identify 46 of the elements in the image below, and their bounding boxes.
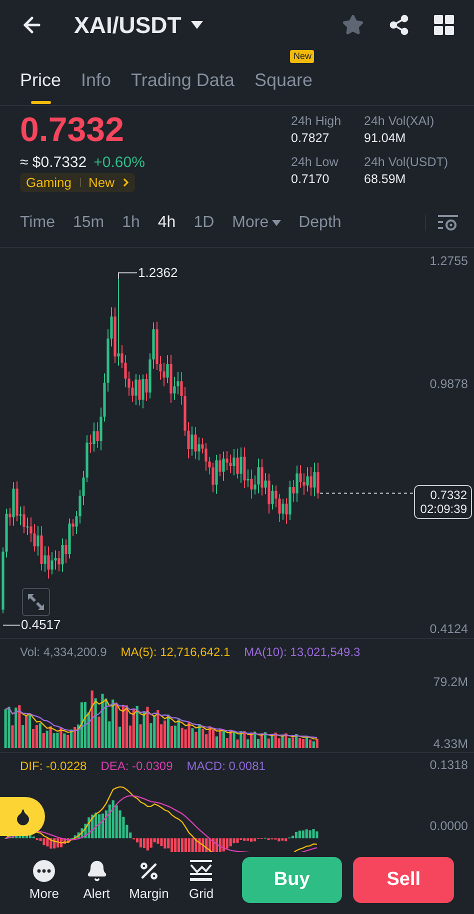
macd-tick: 0.1318 [430, 758, 468, 772]
last-price: 0.7332 [20, 110, 125, 150]
interval-tab[interactable]: Depth [298, 214, 342, 232]
interval-tab[interactable]: More [232, 214, 281, 232]
macd-legend: MACD: 0.0081 [186, 759, 266, 775]
tag-link[interactable]: Gaming New [20, 173, 135, 192]
new-badge: New [290, 50, 314, 63]
fiat-price: ≈ $0.7332 [20, 154, 87, 171]
high-price-label: 1.2362 [138, 266, 178, 280]
interval-tab[interactable]: 1h [122, 214, 140, 232]
stat-value: 0.7170 [291, 172, 330, 186]
stat-value: 91.04M [364, 131, 407, 145]
volume-tick: 79.2M [433, 675, 468, 689]
macd-tick: 0.0000 [430, 819, 468, 833]
stat-label: 24h Vol(USDT) [364, 155, 450, 169]
tab[interactable]: Info [81, 70, 112, 105]
price-change: +0.60% [94, 154, 145, 171]
stat-label: 24h Vol(XAI) [364, 114, 436, 128]
interval-tab[interactable]: 4h [158, 214, 176, 232]
price-tick: 0.4124 [430, 622, 468, 636]
action-button[interactable]: Grid [179, 860, 224, 900]
volume-legend: MA(5): 12,716,642.1 [120, 645, 230, 661]
interval-tab[interactable]: 1D [194, 214, 214, 232]
action-button[interactable]: More [22, 860, 66, 900]
price-tick: 0.9878 [430, 377, 468, 391]
stat-value: 68.59M [364, 172, 407, 186]
interval-tab[interactable]: 15m [72, 214, 104, 232]
tab[interactable]: Price [20, 70, 62, 105]
low-price-label: 0.4517 [21, 618, 61, 632]
action-button[interactable]: Margin [126, 860, 172, 900]
interval-tab[interactable]: Time [20, 214, 55, 232]
stat-label: 24h Low [291, 155, 340, 169]
volume-tick: 4.33M [433, 737, 468, 751]
buy-button[interactable]: Buy [242, 857, 342, 903]
tab[interactable]: Trading Data [131, 70, 234, 105]
action-button[interactable]: Alert [74, 860, 119, 900]
price-tick: 1.2755 [430, 254, 468, 268]
volume-legend: MA(10): 13,021,549.3 [244, 645, 360, 661]
macd-legend: DIF: -0.0228 [20, 759, 87, 775]
stat-value: 0.7827 [291, 131, 330, 145]
macd-legend: DEA: -0.0309 [100, 759, 173, 775]
volume-legend: Vol: 4,334,200.9 [20, 645, 107, 661]
sell-button[interactable]: Sell [353, 857, 454, 903]
pair-selector[interactable]: XAI/USDT [74, 12, 204, 38]
last-price-box: 0.7332 02:09:39 [414, 485, 472, 520]
stat-label: 24h High [291, 114, 342, 128]
